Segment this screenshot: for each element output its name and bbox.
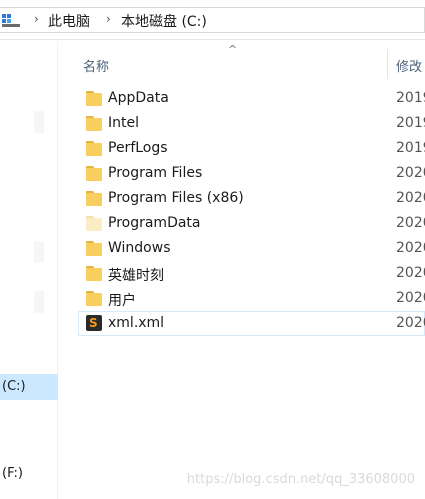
breadcrumb-separator[interactable]: › [34,12,39,26]
sublime-text-file-icon: S [86,315,102,331]
file-date: 2020 [396,315,425,331]
file-date: 2019 [396,90,425,106]
file-name: 英雄时刻 [108,268,164,284]
sort-ascending-icon: ^ [228,43,238,56]
file-name: PerfLogs [108,140,168,156]
breadcrumb-this-pc[interactable]: 此电脑 [48,11,90,31]
list-item[interactable]: 用户 2020 [78,286,425,311]
file-date: 2020 [396,240,425,256]
breadcrumb-separator[interactable]: › [106,12,111,26]
nav-item-drive-c[interactable]: (C:) [0,374,58,400]
file-list: AppData 2019 Intel 2019 PerfLogs 2019 Pr… [78,86,425,336]
folder-icon [86,190,102,206]
column-header: ^ 名称 修改 [78,41,425,81]
list-item[interactable]: S xml.xml 2020 [78,311,425,336]
breadcrumb: › 此电脑 › 本地磁盘 (C:) [0,7,425,33]
file-name: 用户 [108,293,136,309]
folder-icon [86,165,102,181]
nav-placeholder [34,111,44,133]
folder-icon [86,240,102,256]
list-item[interactable]: AppData 2019 [78,86,425,111]
list-item[interactable]: 英雄时刻 2020 [78,261,425,286]
file-date: 2020 [396,165,425,181]
list-item[interactable]: Program Files 2020 [78,161,425,186]
list-item[interactable]: Intel 2019 [78,111,425,136]
file-name: Intel [108,115,139,131]
watermark: https://blog.csdn.net/qq_33608000 [186,472,415,487]
folder-icon [86,290,102,306]
list-item[interactable]: ProgramData 2020 [78,211,425,236]
nav-placeholder [34,291,44,313]
file-name: AppData [108,90,169,106]
hidden-folder-icon [86,215,102,231]
list-item[interactable]: Windows 2020 [78,236,425,261]
list-item[interactable]: PerfLogs 2019 [78,136,425,161]
nav-item-drive-f[interactable]: (F:) [0,461,58,487]
file-date: 2020 [396,290,425,306]
column-divider[interactable] [387,49,388,79]
column-modified-header[interactable]: 修改 [396,56,422,75]
file-name: Program Files (x86) [108,190,244,206]
breadcrumb-local-disk-c[interactable]: 本地磁盘 (C:) [121,11,207,31]
folder-icon [86,90,102,106]
file-date: 2020 [396,265,425,281]
file-name: ProgramData [108,215,201,231]
file-date: 2019 [396,115,425,131]
list-item[interactable]: Program Files (x86) 2020 [78,186,425,211]
nav-placeholder [34,241,44,263]
folder-icon [86,115,102,131]
file-date: 2020 [396,190,425,206]
file-date: 2020 [396,215,425,231]
file-date: 2019 [396,140,425,156]
navigation-pane[interactable]: (C:) (F:) [0,41,58,499]
column-name-header[interactable]: 名称 [83,56,109,75]
file-name: Windows [108,240,171,256]
file-name: xml.xml [108,315,165,331]
folder-icon [86,140,102,156]
address-bar[interactable]: › 此电脑 › 本地磁盘 (C:) [0,0,425,40]
file-name: Program Files [108,165,203,181]
folder-icon [86,265,102,281]
this-pc-icon[interactable] [2,14,20,28]
